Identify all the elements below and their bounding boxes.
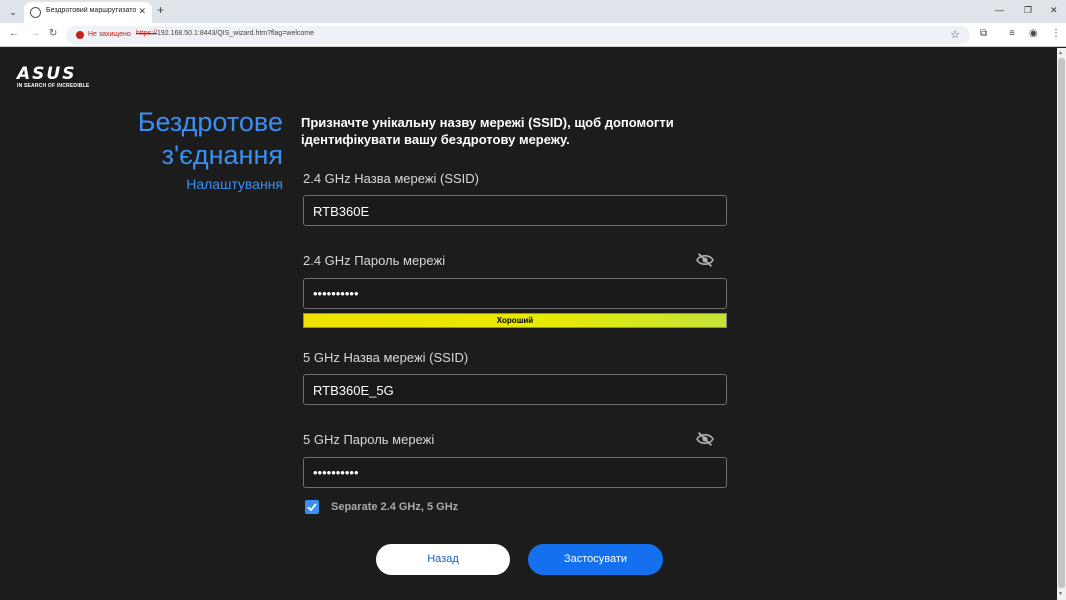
ssid-5-value: RTB360E_5G — [313, 383, 394, 398]
apply-button[interactable]: Застосувати — [528, 544, 663, 575]
separate-bands-label: Separate 2.4 GHz, 5 GHz — [331, 501, 459, 513]
ssid-24-value: RTB360E — [313, 204, 370, 219]
pass-5-input[interactable]: •••••••••• — [303, 457, 727, 488]
media-icon[interactable]: ≡ — [1009, 28, 1015, 39]
minimize-icon[interactable]: — — [995, 5, 1004, 15]
back-arrow-icon[interactable]: ← — [9, 28, 19, 39]
tab-title: Бездротовий маршрутизатор A — [46, 7, 136, 14]
extensions-icon[interactable]: ⧉ — [980, 28, 987, 39]
window-close-icon[interactable]: ✕ — [1050, 5, 1058, 16]
page-subtitle: Налаштування — [186, 176, 283, 192]
hide-password-eye-icon[interactable] — [695, 431, 715, 447]
page-title: Бездротове з'єднання — [137, 107, 283, 170]
reload-icon[interactable]: ↻ — [49, 28, 57, 39]
forward-arrow-icon[interactable]: → — [30, 28, 40, 39]
ssid-5-label: 5 GHz Назва мережі (SSID) — [303, 350, 469, 365]
globe-icon — [30, 7, 41, 18]
asus-logo: ASUS IN SEARCH OF INCREDIBLE — [17, 64, 90, 90]
new-tab-icon[interactable]: + — [157, 3, 164, 17]
browser-tab[interactable]: Бездротовий маршрутизатор A ✕ — [24, 2, 152, 23]
url-text: https://192.168.50.1:8443/QIS_wizard.htm… — [136, 30, 314, 37]
url-path: 192.168.50.1:8443/QIS_wizard.htm?flag=we… — [157, 30, 315, 37]
ssid-24-input[interactable]: RTB360E — [303, 195, 727, 226]
maximize-icon[interactable]: ❐ — [1024, 5, 1032, 16]
hide-password-eye-icon[interactable] — [695, 252, 715, 268]
logo-tagline: IN SEARCH OF INCREDIBLE — [17, 83, 90, 89]
pass-5-label: 5 GHz Пароль мережі — [303, 432, 435, 447]
security-indicator[interactable]: Не захищено — [72, 28, 137, 42]
scroll-up-arrow-icon[interactable]: ▲ — [1058, 50, 1063, 56]
warning-icon — [76, 31, 84, 39]
pass-24-value: •••••••••• — [313, 286, 359, 301]
url-protocol: https:// — [136, 30, 158, 37]
password-strength-label: Хороший — [496, 316, 534, 325]
logo-wordmark: ASUS — [17, 64, 77, 84]
scroll-down-arrow-icon[interactable]: ▼ — [1058, 591, 1063, 597]
back-button[interactable]: Назад — [376, 544, 510, 575]
pass-24-input[interactable]: •••••••••• — [303, 278, 727, 309]
page-scrollbar[interactable]: ▲ ▼ — [1057, 48, 1066, 600]
section-heading: Бездротове з'єднання Налаштування — [138, 106, 283, 192]
ssid-5-input[interactable]: RTB360E_5G — [303, 374, 727, 405]
pass-5-value: •••••••••• — [313, 465, 359, 480]
pass-24-label: 2.4 GHz Пароль мережі — [303, 253, 446, 268]
checkmark-icon — [307, 503, 317, 512]
browser-address-bar: ← → ↻ Не захищено https://192.168.50.1:8… — [0, 23, 1066, 47]
password-strength-bar: Хороший — [303, 313, 727, 328]
browser-tab-bar: ⌄ Бездротовий маршрутизатор A ✕ + — ❐ ✕ — [0, 0, 1066, 23]
url-bar[interactable]: Не захищено https://192.168.50.1:8443/QI… — [66, 26, 970, 44]
description-text: Призначте унікальну назву мережі (SSID),… — [301, 115, 674, 147]
profile-icon[interactable]: ◉ — [1029, 28, 1038, 39]
ssid-24-label: 2.4 GHz Назва мережі (SSID) — [303, 171, 480, 186]
separate-bands-checkbox[interactable] — [305, 500, 319, 514]
menu-dots-icon[interactable]: ⋮ — [1051, 28, 1061, 39]
bookmark-star-icon[interactable]: ☆ — [950, 28, 960, 41]
close-icon[interactable]: ✕ — [138, 6, 146, 17]
router-setup-page: ASUS IN SEARCH OF INCREDIBLE Бездротове … — [0, 48, 1057, 600]
tab-search-icon[interactable]: ⌄ — [5, 4, 21, 20]
insecure-label: Не захищено — [88, 31, 131, 38]
scrollbar-thumb[interactable] — [1058, 58, 1065, 588]
